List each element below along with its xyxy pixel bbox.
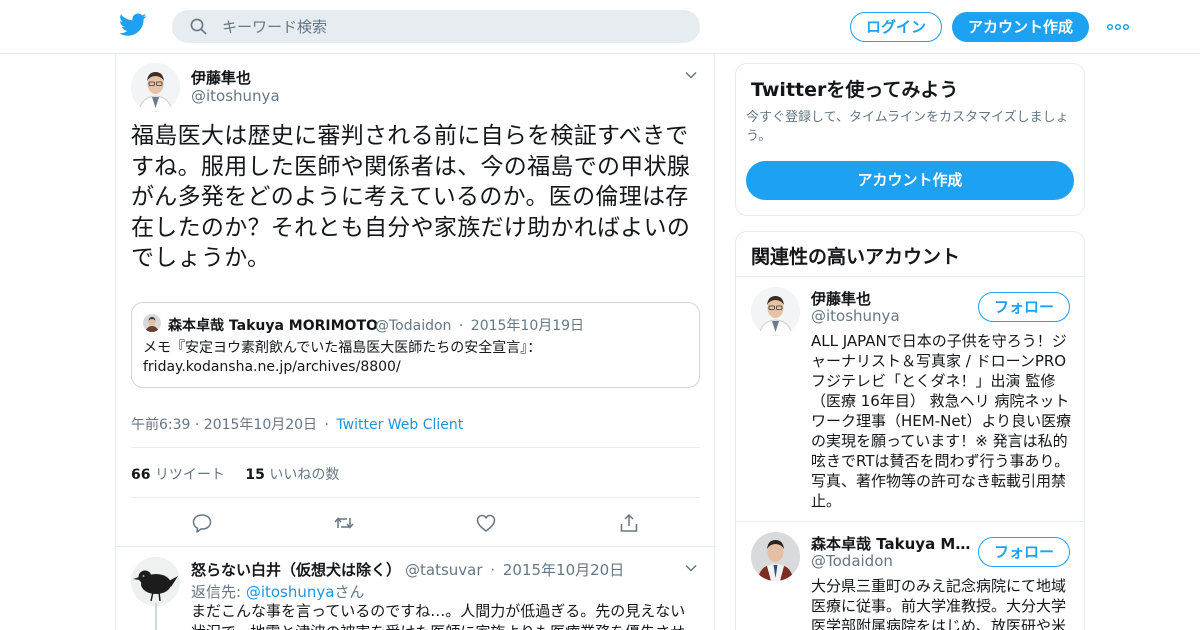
tweet-detail-column: 伊藤隼也 @itoshunya 福島医大は歴史に審判される前に自らを検証すべきで… bbox=[115, 54, 716, 630]
search-input[interactable] bbox=[222, 10, 682, 43]
quoted-author-avatar bbox=[143, 314, 161, 332]
divider bbox=[131, 447, 700, 448]
like-count: 15 bbox=[245, 467, 265, 483]
top-navigation-bar: ログイン アカウント作成 bbox=[0, 0, 1200, 54]
reply-date[interactable]: 2015年10月20日 bbox=[503, 561, 624, 579]
related-account-bio: 大分県三重町のみえ記念病院にて地域医療に従事。前大学准教授。大分大学医学部附属病… bbox=[811, 577, 1067, 630]
divider bbox=[736, 276, 1084, 277]
divider bbox=[736, 521, 1084, 522]
reply-to-link[interactable]: @itoshunya bbox=[246, 583, 335, 601]
related-account-avatar[interactable] bbox=[751, 287, 800, 336]
quoted-text: メモ『安定ヨウ素剤飲んでいた福島医大医師たちの安全宣言』：friday.koda… bbox=[143, 340, 542, 375]
retweet-label: リツイート bbox=[154, 467, 225, 483]
reply-author-handle[interactable]: @tatsuvar bbox=[405, 561, 483, 579]
reply-meta: @tatsuvar · 2015年10月20日 bbox=[405, 559, 624, 580]
follow-button[interactable]: フォロー bbox=[978, 537, 1070, 567]
reply-tweet[interactable]: 怒らない白井（仮想犬は除く） @tatsuvar · 2015年10月20日 返… bbox=[116, 546, 716, 630]
signup-card-title: Twitterを使ってみよう bbox=[751, 79, 959, 101]
related-accounts-card: 関連性の高いアカウント 伊藤隼也 @itoshunya フォロー ALL JAP… bbox=[735, 231, 1085, 630]
retweet-count: 66 bbox=[131, 467, 151, 483]
related-accounts-title: 関連性の高いアカウント bbox=[751, 246, 961, 268]
related-account-bio: ALL JAPANで日本の子供を守ろう！ジャーナリスト＆写真家 / ドローンPR… bbox=[811, 332, 1072, 510]
search-box bbox=[172, 10, 700, 43]
author-avatar[interactable] bbox=[131, 63, 180, 112]
tweet-stats: 66 リツイート 15 いいねの数 bbox=[131, 464, 339, 484]
chevron-down-icon[interactable] bbox=[683, 67, 699, 83]
reply-icon[interactable] bbox=[191, 512, 213, 534]
author-handle[interactable]: @itoshunya bbox=[191, 87, 280, 105]
quoted-meta: @Todaidon · 2015年10月19日 bbox=[375, 315, 584, 335]
divider bbox=[131, 497, 700, 498]
signup-button[interactable]: アカウント作成 bbox=[952, 12, 1089, 42]
thread-connector-line bbox=[155, 603, 157, 630]
reply-separator: · bbox=[490, 561, 496, 579]
quoted-date: 2015年10月19日 bbox=[470, 318, 585, 334]
reply-to-prefix: 返信先: bbox=[191, 583, 246, 601]
reply-author-name[interactable]: 怒らない白井（仮想犬は除く） bbox=[191, 559, 401, 580]
quoted-author-handle: @Todaidon bbox=[375, 318, 452, 334]
like-label: いいねの数 bbox=[269, 467, 340, 483]
quoted-separator: · bbox=[458, 318, 464, 334]
reply-to-suffix: さん bbox=[334, 583, 365, 601]
tweet-timestamp: 午前6:39 · 2015年10月20日 bbox=[131, 417, 318, 433]
related-account-name[interactable]: 森本卓哉 Takuya MORIMOTO bbox=[811, 533, 971, 554]
tweet-meta: 午前6:39 · 2015年10月20日 · Twitter Web Clien… bbox=[131, 414, 463, 434]
quoted-tweet[interactable]: 森本卓哉 Takuya MORIMOTO @Todaidon · 2015年10… bbox=[131, 302, 700, 388]
reply-to-line: 返信先: @itoshunyaさん bbox=[191, 581, 364, 602]
login-button[interactable]: ログイン bbox=[850, 12, 942, 42]
share-icon[interactable] bbox=[618, 512, 640, 534]
signup-card-subtitle: 今すぐ登録して、タイムラインをカスタマイズしましょう。 bbox=[746, 110, 1069, 144]
reply-author-avatar[interactable] bbox=[131, 557, 180, 606]
tweet-text: 福島医大は歴史に審判される前に自らを検証すべきですね。服用した医師や関係者は、今… bbox=[131, 123, 691, 271]
meta-separator: · bbox=[324, 417, 329, 433]
retweet-stat[interactable]: 66 リツイート bbox=[131, 467, 225, 483]
like-stat[interactable]: 15 いいねの数 bbox=[245, 467, 339, 483]
signup-promo-card: Twitterを使ってみよう 今すぐ登録して、タイムラインをカスタマイズしましょ… bbox=[735, 63, 1085, 216]
quoted-author-name: 森本卓哉 Takuya MORIMOTO bbox=[168, 318, 378, 334]
related-account-handle[interactable]: @Todaidon bbox=[811, 552, 893, 570]
related-account-name[interactable]: 伊藤隼也 bbox=[811, 288, 971, 309]
like-heart-icon[interactable] bbox=[475, 512, 497, 534]
chevron-down-icon[interactable] bbox=[683, 560, 699, 576]
related-account-avatar[interactable] bbox=[751, 532, 800, 581]
signup-card-button[interactable]: アカウント作成 bbox=[746, 161, 1074, 200]
follow-button[interactable]: フォロー bbox=[978, 292, 1070, 322]
author-name[interactable]: 伊藤隼也 bbox=[191, 67, 251, 88]
more-options-icon[interactable] bbox=[1106, 17, 1130, 37]
tweet-client-link[interactable]: Twitter Web Client bbox=[336, 417, 463, 433]
related-account-handle[interactable]: @itoshunya bbox=[811, 307, 900, 325]
twitter-bird-logo-icon[interactable] bbox=[119, 13, 147, 37]
search-icon bbox=[190, 18, 207, 35]
reply-text: まだこんな事を言っているのですね…。人間力が低過ぎる。先の見えない状況で、地震と… bbox=[191, 602, 686, 630]
retweet-icon[interactable] bbox=[333, 512, 355, 534]
